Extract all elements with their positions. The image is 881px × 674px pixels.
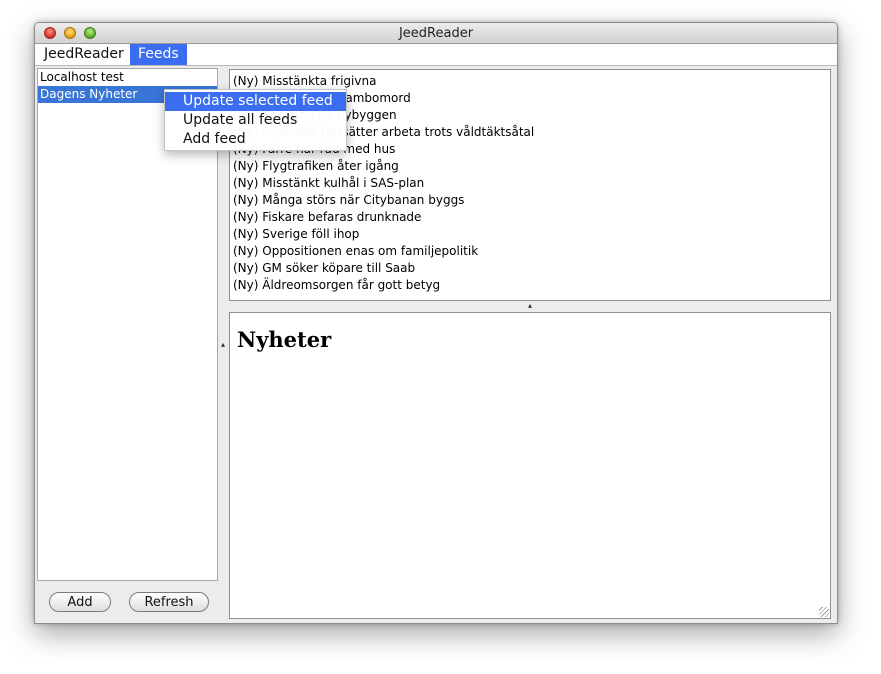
headline-item[interactable]: (Ny) Äldreomsorgen får gott betyg [230, 277, 830, 294]
article-title: Nyheter [237, 327, 332, 352]
refresh-button[interactable]: Refresh [129, 592, 209, 612]
headline-item[interactable]: (Ny) GM söker köpare till Saab [230, 260, 830, 277]
headline-item[interactable]: (Ny) Många störs när Citybanan byggs [230, 192, 830, 209]
headline-item[interactable]: (Ny) Oppositionen enas om familjepolitik [230, 243, 830, 260]
app-window: JeedReader JeedReader Feeds Localhost te… [34, 22, 838, 624]
horizontal-split-handle[interactable]: ▴ [229, 301, 831, 311]
headline-item[interactable]: (Ny) Fiskare befaras drunknade [230, 209, 830, 226]
sidebar-button-bar: Add Refresh [37, 581, 218, 623]
menu-feeds[interactable]: Feeds [130, 44, 187, 65]
title-bar[interactable]: JeedReader [35, 23, 837, 44]
headline-item[interactable]: (Ny) Misstänkt kulhål i SAS-plan [230, 175, 830, 192]
menu-bar: JeedReader Feeds [35, 44, 837, 66]
menu-item-update-selected-feed[interactable]: Update selected feed [165, 92, 346, 111]
article-view: Nyheter [229, 312, 831, 619]
menu-item-add-feed[interactable]: Add feed [165, 130, 346, 149]
headline-item[interactable]: (Ny) Sverige föll ihop [230, 226, 830, 243]
headline-item[interactable]: (Ny) Misstänkta frigivna [230, 73, 830, 90]
vertical-split-handle[interactable]: ▴ [219, 340, 227, 350]
menu-jeedreader[interactable]: JeedReader [36, 44, 132, 65]
menu-item-update-all-feeds[interactable]: Update all feeds [165, 111, 346, 130]
headline-item[interactable]: (Ny) Flygtrafiken åter igång [230, 158, 830, 175]
feed-item-localhost-test[interactable]: Localhost test [38, 69, 217, 86]
add-button[interactable]: Add [49, 592, 111, 612]
feeds-menu-dropdown: Update selected feed Update all feeds Ad… [164, 89, 347, 151]
resize-grip-icon[interactable] [819, 607, 829, 617]
window-title: JeedReader [398, 26, 474, 41]
